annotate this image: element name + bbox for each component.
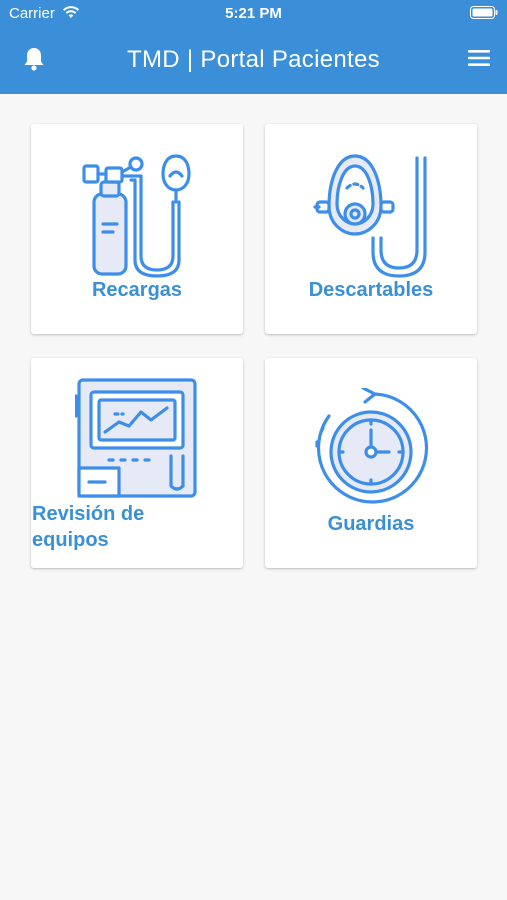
- card-revision-equipos[interactable]: Revisión de equipos: [31, 358, 243, 568]
- battery-icon: [470, 6, 498, 23]
- page-title: TMD | Portal Pacientes: [127, 46, 380, 73]
- hamburger-menu-icon[interactable]: [468, 49, 490, 72]
- clock-time: 5:21 PM: [225, 5, 282, 22]
- oxygen-mask-icon: [313, 154, 427, 278]
- card-label-line2: equipos: [32, 529, 109, 551]
- card-guardias[interactable]: Guardias: [265, 358, 477, 568]
- monitor-equipment-icon: [75, 378, 197, 498]
- card-label-line1: Revisión de: [32, 503, 145, 525]
- card-descartables[interactable]: Descartables: [265, 124, 477, 334]
- nav-bar: TMD | Portal Pacientes: [0, 28, 507, 94]
- card-recargas[interactable]: Recargas: [31, 124, 243, 334]
- card-label: Guardias: [327, 513, 415, 535]
- top-bar: Carrier 5:21 PM TMD | Portal Pacientes: [0, 0, 507, 94]
- clock-refresh-icon: [315, 388, 429, 504]
- status-bar: Carrier 5:21 PM: [0, 0, 507, 28]
- card-label: Recargas: [91, 279, 183, 301]
- card-label: Descartables: [308, 279, 434, 301]
- card-label: Revisión de equipos: [32, 501, 144, 553]
- oxygen-tank-icon: [82, 154, 191, 278]
